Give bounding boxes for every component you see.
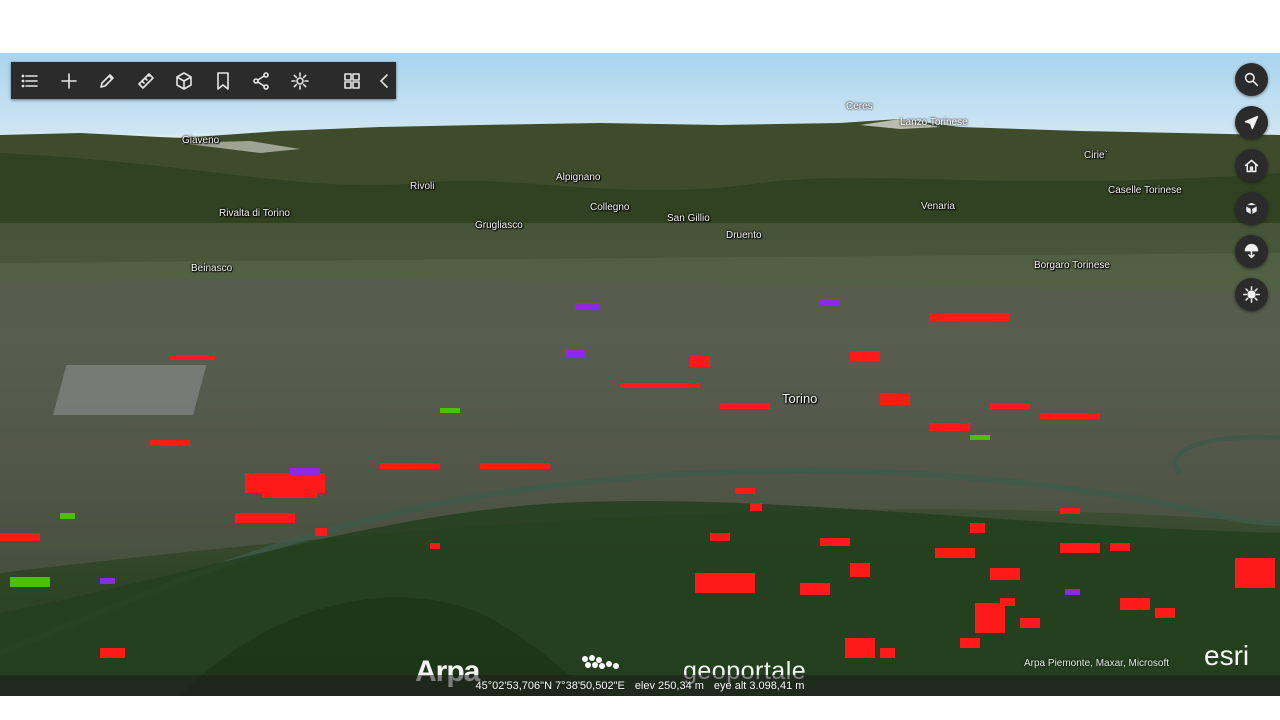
esri-logo: esri: [1204, 640, 1250, 671]
settings-button[interactable]: [281, 62, 320, 99]
search-button[interactable]: [1235, 63, 1268, 96]
toolbar-separator: [319, 62, 333, 99]
place-label-lanzo: Lanzo Torinese: [900, 117, 968, 128]
map-3d-view[interactable]: Ceres Lanzo Torinese Cirie` Giaveno Case…: [0, 53, 1280, 696]
home-button[interactable]: [1235, 149, 1268, 182]
place-label-borgaro: Borgaro Torinese: [1034, 260, 1110, 271]
right-toolbar: [1235, 63, 1268, 311]
attribution-text: Arpa Piemonte, Maxar, Microsoft: [1024, 658, 1170, 669]
ruler-icon: [137, 72, 154, 89]
place-label-ceres: Ceres: [846, 101, 873, 112]
basemap-gallery-button[interactable]: [333, 62, 372, 99]
measure-button[interactable]: [127, 62, 166, 99]
place-label-cirie: Cirie`: [1084, 150, 1108, 161]
share-icon: [253, 71, 270, 90]
place-label-torino: Torino: [782, 391, 818, 406]
place-label-alpignano: Alpignano: [556, 172, 601, 183]
dots-logo: [582, 655, 619, 669]
draw-button[interactable]: [88, 62, 127, 99]
place-label-giaveno: Giaveno: [182, 135, 220, 146]
layer-list-button[interactable]: [11, 62, 50, 99]
elevation-readout: elev 250,34 m: [634, 679, 704, 692]
place-label-grugliasco: Grugliasco: [475, 220, 523, 231]
place-label-rivalta: Rivalta di Torino: [219, 208, 290, 219]
slice-button[interactable]: [165, 62, 204, 99]
home-icon: [1244, 159, 1259, 173]
cube-slice-icon: [176, 71, 193, 90]
coordinates-readout: 45°02'53,706"N 7°38'50,502"E: [475, 679, 625, 692]
place-label-san-gillio: San Gillio: [667, 213, 710, 224]
place-label-venaria: Venaria: [921, 201, 955, 212]
locate-button[interactable]: [1235, 106, 1268, 139]
gear-icon: [290, 71, 309, 90]
collapse-toolbar-button[interactable]: [372, 62, 396, 99]
navigate-icon: [1244, 115, 1259, 130]
pencil-icon: [100, 73, 115, 88]
daylight-button[interactable]: [1235, 278, 1268, 311]
cube-icon: [1244, 200, 1259, 217]
bookmark-icon: [216, 71, 229, 90]
place-label-collegno: Collegno: [590, 202, 630, 213]
place-label-beinasco: Beinasco: [191, 263, 233, 274]
list-icon: [21, 74, 39, 87]
download-icon: [1244, 243, 1259, 259]
place-label-caselle: Caselle Torinese: [1108, 185, 1182, 196]
grid-icon: [344, 72, 361, 89]
bookmarks-button[interactable]: [204, 62, 243, 99]
add-data-button[interactable]: [50, 62, 89, 99]
place-label-druento: Druento: [726, 230, 762, 241]
plus-icon: [60, 72, 77, 89]
main-toolbar: [11, 62, 396, 99]
eye-altitude-readout: eye alt 3.098,41 m: [713, 679, 805, 692]
status-bar: 45°02'53,706"N 7°38'50,502"E elev 250,34…: [0, 675, 1280, 696]
search-icon: [1244, 72, 1259, 87]
chevron-left-icon: [379, 73, 388, 88]
3d-view-button[interactable]: [1235, 192, 1268, 225]
share-button[interactable]: [242, 62, 281, 99]
elevation-button[interactable]: [1235, 235, 1268, 268]
sun-icon: [1243, 286, 1260, 303]
place-label-rivoli: Rivoli: [410, 181, 435, 192]
